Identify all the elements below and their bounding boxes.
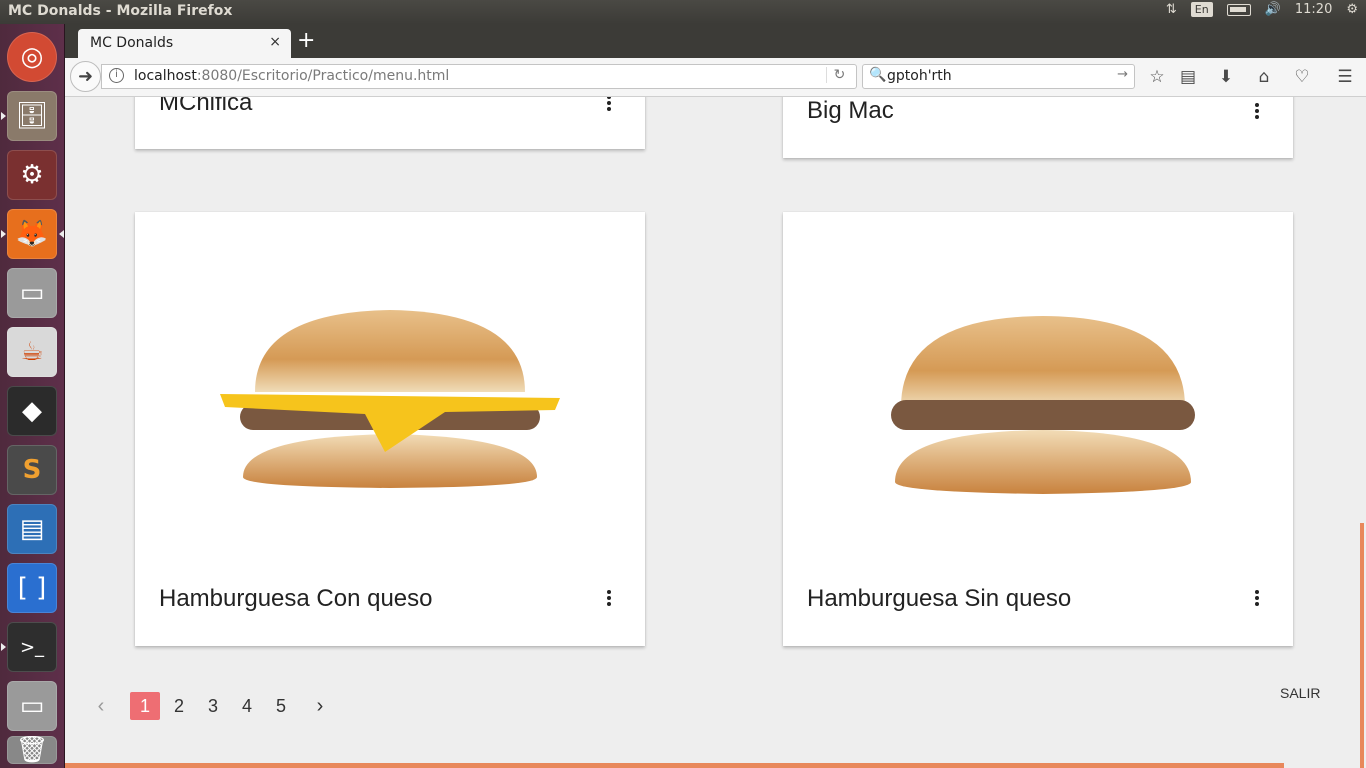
- page-link-2[interactable]: 2: [164, 692, 194, 720]
- page-link-4[interactable]: 4: [232, 692, 262, 720]
- menu-card[interactable]: Big Mac: [783, 97, 1293, 158]
- hamburger-image: [891, 316, 1195, 494]
- sublime-text-icon[interactable]: S: [7, 445, 57, 495]
- nav-bar: ➜ i localhost:8080/Escritorio/Practico/m…: [65, 58, 1366, 97]
- search-bar[interactable]: 🔍 gptoh'rth →: [862, 64, 1135, 89]
- card-title: Hamburguesa Sin queso: [807, 585, 1072, 612]
- chevron-left-icon[interactable]: ‹: [91, 695, 111, 718]
- volume-icon[interactable]: 🔊: [1265, 2, 1281, 17]
- menu-card[interactable]: Hamburguesa Con queso: [135, 212, 645, 646]
- url-path: :8080/Escritorio/Practico/menu.html: [196, 68, 450, 84]
- back-button[interactable]: ➜: [70, 61, 101, 92]
- card-title: Big Mac: [807, 97, 894, 124]
- launcher: ◎ 🗄 ⚙ 🦊 ▭ ☕ ◆ S ▤ [ ] >_ ▭ 🗑: [0, 24, 65, 768]
- battery-icon[interactable]: [1226, 3, 1251, 16]
- salir-button[interactable]: SALIR: [1280, 685, 1320, 701]
- terminal-icon[interactable]: >_: [7, 622, 57, 672]
- downloads-icon[interactable]: ⬇: [1214, 65, 1238, 89]
- inkscape-icon[interactable]: ◆: [7, 386, 57, 436]
- drive-icon[interactable]: ▭: [7, 268, 57, 318]
- reading-list-icon[interactable]: ▤: [1176, 65, 1200, 89]
- menu-card[interactable]: MChifica: [135, 97, 645, 149]
- system-settings-icon[interactable]: ⚙: [7, 150, 57, 200]
- home-icon[interactable]: ⌂: [1252, 65, 1276, 89]
- new-tab-button[interactable]: +: [297, 30, 315, 52]
- clock[interactable]: 11:20: [1295, 2, 1332, 17]
- card-title: Hamburguesa Con queso: [159, 585, 433, 612]
- tab-mc-donalds[interactable]: MC Donalds ×: [78, 29, 291, 58]
- running-indicator: [1, 112, 6, 120]
- top-panel: MC Donalds - Mozilla Firefox ⇅ En 🔊 11:2…: [0, 0, 1366, 24]
- keyboard-layout-indicator[interactable]: En: [1190, 2, 1213, 17]
- menu-icon[interactable]: ☰: [1333, 65, 1357, 89]
- reload-icon[interactable]: ↻: [826, 67, 852, 83]
- more-vert-icon[interactable]: [1247, 588, 1267, 608]
- pocket-icon[interactable]: ♡: [1290, 65, 1314, 89]
- cheeseburger-image: [220, 310, 560, 488]
- pagination: ‹ 1 2 3 4 5 ›: [91, 691, 330, 721]
- page-link-1[interactable]: 1: [130, 692, 160, 720]
- page-viewport: MChifica Big Mac Hamburguesa Con queso H…: [65, 97, 1366, 768]
- firefox-icon[interactable]: 🦊: [7, 209, 57, 259]
- running-indicator: [1, 230, 6, 238]
- card-title: MChifica: [159, 97, 253, 116]
- search-input[interactable]: gptoh'rth: [887, 68, 952, 84]
- more-vert-icon[interactable]: [599, 97, 619, 113]
- page-link-5[interactable]: 5: [266, 692, 296, 720]
- url-bar[interactable]: i localhost:8080/Escritorio/Practico/men…: [101, 64, 857, 89]
- chevron-right-icon[interactable]: ›: [310, 695, 330, 718]
- close-tab-icon[interactable]: ×: [269, 34, 281, 50]
- java-icon[interactable]: ☕: [7, 327, 57, 377]
- info-icon[interactable]: i: [109, 68, 124, 83]
- bookmark-star-icon[interactable]: ☆: [1145, 65, 1169, 89]
- accent-strip-bottom: [65, 763, 1284, 768]
- tab-bar: MC Donalds × +: [65, 24, 1366, 58]
- page-link-3[interactable]: 3: [198, 692, 228, 720]
- network-icon[interactable]: ⇅: [1166, 2, 1177, 17]
- url-text: localhost:8080/Escritorio/Practico/menu.…: [134, 68, 449, 84]
- files-icon[interactable]: 🗄: [7, 91, 57, 141]
- window-title: MC Donalds - Mozilla Firefox: [8, 3, 233, 19]
- gear-icon[interactable]: ⚙: [1346, 2, 1358, 17]
- more-vert-icon[interactable]: [1247, 101, 1267, 121]
- accent-strip-right: [1360, 523, 1364, 768]
- arrow-left-icon: ➜: [77, 66, 94, 87]
- drive-2-icon[interactable]: ▭: [7, 681, 57, 731]
- menu-card[interactable]: Hamburguesa Sin queso: [783, 212, 1293, 646]
- brackets-icon[interactable]: [ ]: [7, 563, 57, 613]
- trash-icon[interactable]: 🗑: [7, 735, 57, 765]
- running-indicator: [1, 643, 6, 651]
- search-go-icon[interactable]: →: [1117, 67, 1128, 82]
- url-host: localhost: [134, 68, 197, 84]
- tab-title: MC Donalds: [90, 35, 174, 51]
- libreoffice-writer-icon[interactable]: ▤: [7, 504, 57, 554]
- system-indicators: ⇅ En 🔊 11:20 ⚙: [1166, 2, 1358, 17]
- ubuntu-dash-icon[interactable]: ◎: [7, 32, 57, 82]
- search-icon: 🔍: [869, 67, 887, 83]
- more-vert-icon[interactable]: [599, 588, 619, 608]
- focused-indicator: [59, 230, 64, 238]
